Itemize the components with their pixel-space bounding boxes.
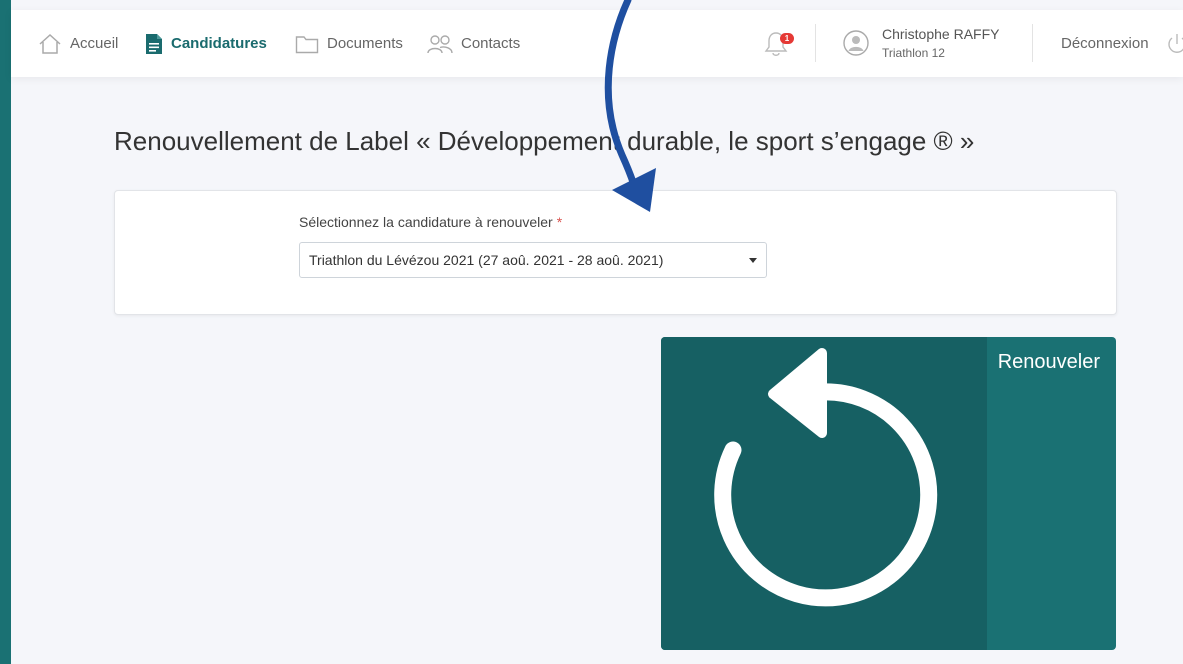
home-icon: [39, 33, 61, 54]
caret-down-icon: [749, 258, 757, 263]
renew-icon: [714, 348, 938, 607]
nav-home-label: Accueil: [70, 35, 119, 52]
renew-tile-label: Renouveler: [997, 351, 1100, 373]
nav-applications-label: Candidatures: [171, 35, 267, 52]
user-name: Christophe RAFFY: [882, 26, 1000, 42]
nav-contacts-label: Contacts: [461, 35, 521, 52]
people-icon: [427, 34, 453, 53]
left-accent-bar: [0, 0, 11, 664]
divider: [1032, 24, 1033, 62]
nav-applications[interactable]: Candidatures: [145, 10, 267, 77]
nav-documents[interactable]: Documents: [295, 10, 403, 77]
divider: [815, 24, 816, 62]
avatar-icon: [843, 30, 869, 56]
notification-badge: 1: [780, 33, 794, 44]
nav-documents-label: Documents: [327, 35, 403, 52]
page-title: Renouvellement de Label « Développement …: [114, 126, 975, 156]
nav-home[interactable]: Accueil: [38, 10, 118, 77]
power-icon: [1167, 33, 1183, 53]
logout-button[interactable]: Déconnexion: [1061, 10, 1183, 77]
notifications-button[interactable]: 1: [763, 30, 799, 60]
document-icon: [146, 33, 162, 54]
nav-contacts[interactable]: Contacts: [427, 10, 520, 77]
application-select-value: Triathlon du Lévézou 2021 (27 aoû. 2021 …: [309, 252, 664, 268]
user-organization: Triathlon 12: [882, 46, 945, 60]
application-select[interactable]: Triathlon du Lévézou 2021 (27 aoû. 2021 …: [299, 242, 767, 278]
folder-icon: [295, 35, 319, 53]
application-select-label-text: Sélectionnez la candidature à renouveler: [299, 214, 553, 230]
logout-label: Déconnexion: [1061, 35, 1149, 52]
top-navbar: Accueil Candidatures Documents Contacts: [11, 10, 1183, 77]
selection-card: Sélectionnez la candidature à renouveler…: [114, 190, 1117, 315]
renew-tile[interactable]: Renouveler: [661, 337, 1116, 650]
required-marker: *: [556, 214, 563, 230]
application-select-label: Sélectionnez la candidature à renouveler…: [299, 214, 562, 230]
